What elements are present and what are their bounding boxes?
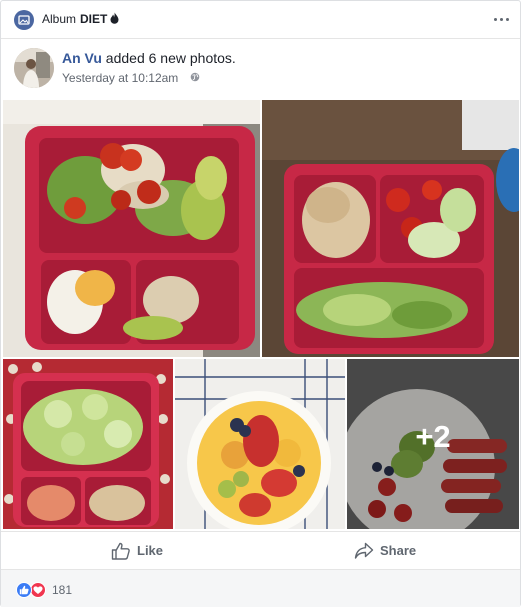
album-name-link[interactable]: DIET	[80, 12, 107, 26]
photo-2[interactable]	[262, 100, 519, 357]
more-options-icon[interactable]	[494, 18, 510, 22]
reactions-bar: 181	[1, 569, 520, 607]
avatar[interactable]	[14, 48, 54, 88]
thumbs-up-icon	[111, 542, 130, 560]
photo-1[interactable]	[3, 100, 260, 357]
more-photos-count: +2	[415, 419, 451, 454]
album-header: Album DIET	[1, 1, 520, 39]
share-arrow-icon	[354, 542, 374, 559]
post-headline: An Vu added 6 new photos.	[62, 50, 236, 66]
love-reaction-icon[interactable]	[30, 582, 46, 598]
share-label: Share	[380, 543, 417, 558]
like-button[interactable]: Like	[111, 540, 171, 562]
like-reaction-icon[interactable]	[16, 582, 32, 598]
post-timestamp-link[interactable]: Yesterday at 10:12am	[62, 71, 178, 85]
album-icon	[14, 10, 34, 30]
reaction-count[interactable]: 181	[52, 583, 72, 597]
like-label: Like	[137, 543, 164, 558]
post-actions-bar: Like Share	[1, 531, 520, 569]
feed-post-card: Album DIET An Vu added 6 new photos. Yes…	[0, 0, 521, 607]
album-label: Album	[42, 12, 77, 26]
globe-icon	[190, 72, 200, 82]
photo-3[interactable]	[3, 359, 173, 529]
photo-5-more[interactable]: +2	[347, 359, 519, 529]
share-button[interactable]: Share	[354, 540, 420, 562]
post-action-text: added 6 new photos.	[101, 50, 236, 66]
photo-4[interactable]	[175, 359, 345, 529]
author-name-link[interactable]: An Vu	[62, 50, 102, 66]
fire-drop-icon	[110, 12, 119, 24]
